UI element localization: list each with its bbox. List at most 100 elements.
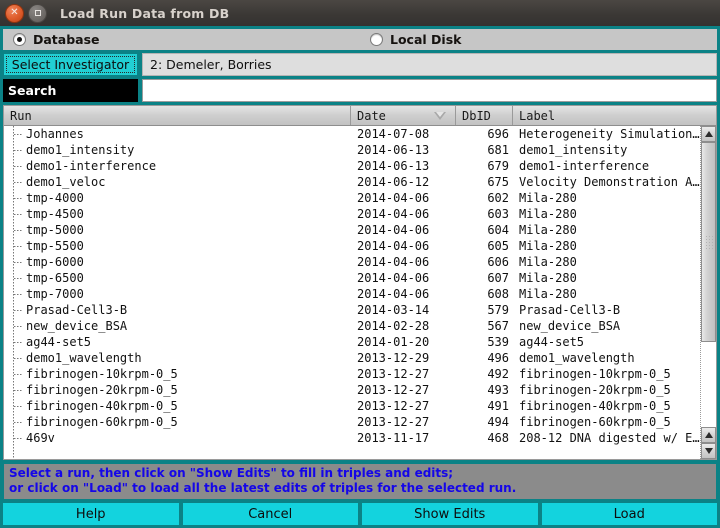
cell-dbid: 539 (487, 335, 509, 349)
cell-dbid: 468 (487, 431, 509, 445)
radio-database-label: Database (33, 32, 100, 47)
cell-date: 2013-11-17 (357, 431, 430, 445)
tree-branch-icon (14, 390, 23, 391)
show-edits-button[interactable]: Show Edits (361, 502, 539, 526)
table-row[interactable]: demo1_wavelength 2013-12-29 496 demo1_wavel… (4, 350, 700, 366)
cell-label: fibrinogen-60krpm-0_5 (519, 415, 671, 429)
table-row[interactable]: demo1_veloc 2014-06-12 675 Velocity Demonst… (4, 174, 700, 190)
scrollbar-thumb[interactable] (701, 142, 716, 342)
cell-date: 2013-12-27 (357, 415, 430, 429)
cell-label: demo1_wavelength (519, 351, 635, 365)
scrollbar-track[interactable] (701, 342, 716, 427)
cell-run-text: fibrinogen-10krpm-0_5 (26, 367, 178, 381)
table-row[interactable]: Prasad-Cell3-B 2014-03-14 579 Prasad-Cell3-… (4, 302, 700, 318)
table-row[interactable]: tmp-5500 2014-04-06 605 Mila-280 (4, 238, 700, 254)
cell-label: Heterogeneity Simulation… (519, 127, 700, 141)
cell-run-text: fibrinogen-40krpm-0_5 (26, 399, 178, 413)
column-header-label[interactable]: Label (513, 106, 716, 125)
table-body-area: Johannes 2014-07-08 696 Heterogeneity Simul… (4, 126, 716, 459)
table-row[interactable]: tmp-6500 2014-04-06 607 Mila-280 (4, 270, 700, 286)
radio-local-disk-label: Local Disk (390, 32, 462, 47)
table-row[interactable]: tmp-6000 2014-04-06 606 Mila-280 (4, 254, 700, 270)
cell-dbid: 603 (487, 207, 509, 221)
cell-label: fibrinogen-20krpm-0_5 (519, 383, 671, 397)
radio-database[interactable]: Database (3, 32, 360, 47)
scroll-up-icon[interactable] (701, 126, 716, 142)
table-row[interactable]: ag44-set5 2014-01-20 539 ag44-set5 (4, 334, 700, 350)
run-table: Run Date DbID Label Johannes 2014-07-08 69… (3, 105, 717, 460)
table-row[interactable]: fibrinogen-60krpm-0_5 2013-12-27 494 fibrin… (4, 414, 700, 430)
vertical-scrollbar[interactable] (700, 126, 716, 459)
cell-run: tmp-4500 (4, 207, 351, 221)
scroll-down-icon[interactable] (701, 443, 716, 459)
cell-run-text: ag44-set5 (26, 335, 92, 349)
cell-dbid: 605 (487, 239, 509, 253)
column-header-dbid[interactable]: DbID (456, 106, 513, 125)
maximize-icon[interactable] (28, 3, 47, 23)
table-row[interactable]: demo1_intensity 2014-06-13 681 demo1_intens… (4, 142, 700, 158)
table-row[interactable]: tmp-5000 2014-04-06 604 Mila-280 (4, 222, 700, 238)
cell-label: Mila-280 (519, 255, 577, 269)
radio-local-disk-icon[interactable] (370, 33, 383, 46)
cell-run-text: fibrinogen-60krpm-0_5 (26, 415, 178, 429)
scroll-up-arrow-bottom (704, 432, 713, 438)
column-header-date[interactable]: Date (351, 106, 456, 125)
table-row[interactable]: new_device_BSA 2014-02-28 567 new_device_BS… (4, 318, 700, 334)
cell-label: fibrinogen-40krpm-0_5 (519, 399, 671, 413)
help-button[interactable]: Help (2, 502, 180, 526)
tree-branch-icon (14, 438, 23, 439)
cell-run: demo1-interference (4, 159, 351, 173)
load-button[interactable]: Load (540, 502, 718, 526)
cell-date: 2014-06-13 (357, 143, 430, 157)
cell-dbid: 681 (487, 143, 509, 157)
cell-run-text: fibrinogen-20krpm-0_5 (26, 383, 178, 397)
cell-run: fibrinogen-40krpm-0_5 (4, 399, 351, 413)
footer-buttons: Help Cancel Show Edits Load (0, 500, 720, 528)
investigator-value[interactable]: 2: Demeler, Borries (142, 53, 717, 76)
table-row[interactable]: fibrinogen-20krpm-0_5 2013-12-27 493 fibrin… (4, 382, 700, 398)
cell-run-text: tmp-4500 (26, 207, 84, 221)
cell-run: tmp-5500 (4, 239, 351, 253)
table-row[interactable]: tmp-4500 2014-04-06 603 Mila-280 (4, 206, 700, 222)
tree-branch-icon (14, 198, 23, 199)
cell-date: 2014-06-12 (357, 175, 430, 189)
radio-database-icon[interactable] (13, 33, 26, 46)
cell-date: 2014-04-06 (357, 271, 430, 285)
cell-run: Prasad-Cell3-B (4, 303, 351, 317)
cell-run-text: Johannes (26, 127, 84, 141)
close-icon[interactable]: ✕ (5, 3, 24, 23)
table-row[interactable]: tmp-7000 2014-04-06 608 Mila-280 (4, 286, 700, 302)
cell-run: tmp-7000 (4, 287, 351, 301)
cell-date: 2014-04-06 (357, 287, 430, 301)
search-input[interactable] (142, 79, 717, 102)
scroll-up-icon-bottom[interactable] (701, 427, 716, 443)
radio-local-disk[interactable]: Local Disk (360, 32, 717, 47)
table-row[interactable]: demo1-interference 2014-06-13 679 demo1-int… (4, 158, 700, 174)
tree-branch-icon (14, 182, 23, 183)
cell-run: tmp-5000 (4, 223, 351, 237)
cell-date: 2013-12-27 (357, 367, 430, 381)
cell-dbid: 492 (487, 367, 509, 381)
cell-date: 2014-06-13 (357, 159, 430, 173)
cell-label: 208-12 DNA digested w/ E… (519, 431, 700, 445)
select-investigator-button[interactable]: Select Investigator (3, 53, 138, 76)
table-row[interactable]: tmp-4000 2014-04-06 602 Mila-280 (4, 190, 700, 206)
cell-date: 2014-04-06 (357, 239, 430, 253)
cell-run-text: demo1_veloc (26, 175, 106, 189)
search-row: Search (3, 79, 717, 102)
cell-dbid: 607 (487, 271, 509, 285)
cell-run: demo1_wavelength (4, 351, 351, 365)
cell-date: 2014-03-14 (357, 303, 430, 317)
cell-run: tmp-6500 (4, 271, 351, 285)
tree-branch-icon (14, 230, 23, 231)
column-header-run[interactable]: Run (4, 106, 351, 125)
table-row[interactable]: fibrinogen-10krpm-0_5 2013-12-27 492 fibrin… (4, 366, 700, 382)
table-row[interactable]: Johannes 2014-07-08 696 Heterogeneity Simul… (4, 126, 700, 142)
cell-run: fibrinogen-10krpm-0_5 (4, 367, 351, 381)
table-row[interactable]: 469v 2013-11-17 468 208-12 DNA digested w/ … (4, 430, 700, 446)
cell-run: ag44-set5 (4, 335, 351, 349)
table-row[interactable]: fibrinogen-40krpm-0_5 2013-12-27 491 fibrin… (4, 398, 700, 414)
cell-label: ag44-set5 (519, 335, 585, 349)
cell-dbid: 604 (487, 223, 509, 237)
cancel-button[interactable]: Cancel (181, 502, 359, 526)
